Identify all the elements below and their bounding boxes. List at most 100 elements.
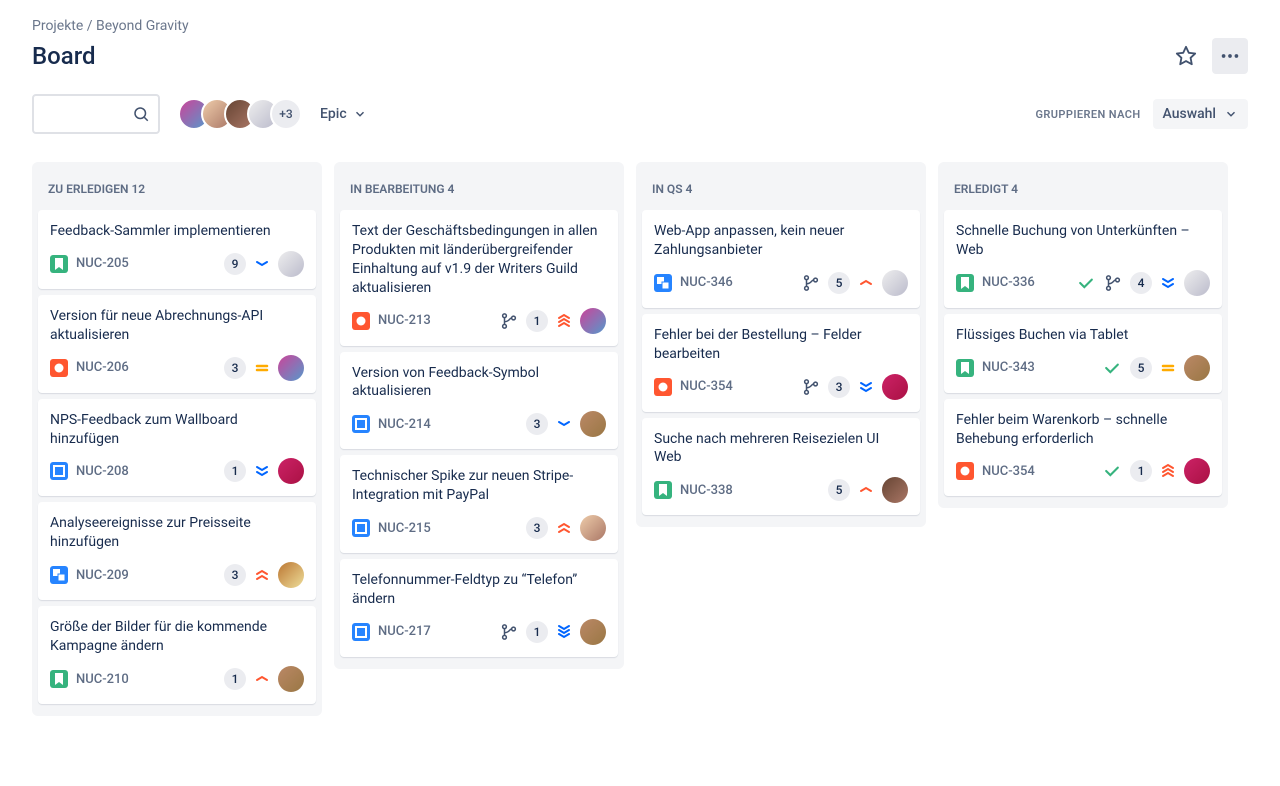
issue-card[interactable]: NPS-Feedback zum Wallboard hinzufügenNUC…: [38, 399, 316, 497]
breadcrumb-root[interactable]: Projekte: [32, 18, 83, 34]
more-icon: [1219, 45, 1241, 67]
search-input[interactable]: [32, 94, 160, 134]
issue-type-icon: [956, 462, 974, 480]
story-points-badge: 1: [224, 668, 246, 690]
card-title: Web-App anpassen, kein neuer Zahlungsanb…: [654, 222, 908, 260]
issue-card[interactable]: Version von Feedback-Symbol aktualisiere…: [340, 352, 618, 450]
issue-key: NUC-343: [982, 360, 1035, 375]
priority-icon: [556, 624, 572, 640]
card-title: Fehler bei der Bestellung – Felder bearb…: [654, 326, 908, 364]
card-title: NPS-Feedback zum Wallboard hinzufügen: [50, 411, 304, 449]
done-check-icon: [1102, 358, 1122, 378]
assignee-avatar[interactable]: [278, 666, 304, 692]
done-check-icon: [1076, 273, 1096, 293]
star-button[interactable]: [1168, 38, 1204, 74]
card-title: Telefonnummer-Feldtyp zu “Telefon” änder…: [352, 571, 606, 609]
issue-key: NUC-354: [680, 379, 733, 394]
issue-card[interactable]: Web-App anpassen, kein neuer Zahlungsanb…: [642, 210, 920, 308]
card-title: Technischer Spike zur neuen Stripe-Integ…: [352, 467, 606, 505]
branch-icon: [802, 274, 820, 292]
issue-key: NUC-213: [378, 313, 431, 328]
story-points-badge: 3: [828, 376, 850, 398]
issue-card[interactable]: Schnelle Buchung von Unterkünften – WebN…: [944, 210, 1222, 308]
epic-filter[interactable]: Epic: [320, 106, 367, 122]
branch-icon: [500, 623, 518, 641]
issue-key: NUC-205: [76, 256, 129, 271]
issue-type-icon: [654, 274, 672, 292]
issue-card[interactable]: Technischer Spike zur neuen Stripe-Integ…: [340, 455, 618, 553]
story-points-badge: 3: [224, 357, 246, 379]
board: ZU ERLEDIGEN 12Feedback-Sammler implemen…: [32, 162, 1248, 716]
issue-key: NUC-214: [378, 417, 431, 432]
branch-icon: [802, 378, 820, 396]
assignee-avatar[interactable]: [580, 308, 606, 334]
board-column: IN QS 4Web-App anpassen, kein neuer Zahl…: [636, 162, 926, 527]
assignee-avatar[interactable]: [1184, 270, 1210, 296]
priority-icon: [254, 671, 270, 687]
assignee-avatar[interactable]: [580, 515, 606, 541]
assignee-avatar[interactable]: [1184, 355, 1210, 381]
assignee-avatar[interactable]: [882, 374, 908, 400]
issue-type-icon: [654, 378, 672, 396]
assignee-avatar[interactable]: [278, 458, 304, 484]
priority-icon: [858, 275, 874, 291]
issue-card[interactable]: Flüssiges Buchen via TabletNUC-3435: [944, 314, 1222, 393]
card-title: Fehler beim Warenkorb – schnelle Behebun…: [956, 411, 1210, 449]
issue-type-icon: [352, 519, 370, 537]
priority-icon: [1160, 275, 1176, 291]
issue-type-icon: [654, 481, 672, 499]
search-icon: [132, 105, 150, 123]
story-points-badge: 5: [828, 272, 850, 294]
issue-key: NUC-209: [76, 568, 129, 583]
search-field[interactable]: [42, 105, 132, 123]
issue-card[interactable]: Fehler bei der Bestellung – Felder bearb…: [642, 314, 920, 412]
assignee-avatar[interactable]: [882, 270, 908, 296]
branch-icon: [500, 312, 518, 330]
issue-key: NUC-210: [76, 672, 129, 687]
board-column: ERLEDIGT 4Schnelle Buchung von Unterkünf…: [938, 162, 1228, 508]
priority-icon: [556, 313, 572, 329]
issue-card[interactable]: Analyseereignisse zur Preisseite hinzufü…: [38, 502, 316, 600]
assignee-avatar[interactable]: [278, 251, 304, 277]
more-actions-button[interactable]: [1212, 38, 1248, 74]
breadcrumb-project[interactable]: Beyond Gravity: [96, 18, 189, 34]
assignee-avatar[interactable]: [278, 562, 304, 588]
story-points-badge: 1: [224, 460, 246, 482]
issue-card[interactable]: Text der Geschäftsbedingungen in allen P…: [340, 210, 618, 346]
chevron-down-icon: [1224, 107, 1238, 121]
assignee-avatar[interactable]: [1184, 458, 1210, 484]
priority-icon: [1160, 360, 1176, 376]
assignee-avatar[interactable]: [882, 477, 908, 503]
issue-card[interactable]: Feedback-Sammler implementierenNUC-2059: [38, 210, 316, 289]
issue-key: NUC-206: [76, 360, 129, 375]
issue-type-icon: [50, 359, 68, 377]
done-check-icon: [1102, 461, 1122, 481]
card-title: Suche nach mehreren Reisezielen UI Web: [654, 430, 908, 468]
avatar-more[interactable]: +3: [270, 98, 302, 130]
story-points-badge: 3: [224, 564, 246, 586]
issue-card[interactable]: Suche nach mehreren Reisezielen UI WebNU…: [642, 418, 920, 516]
issue-card[interactable]: Telefonnummer-Feldtyp zu “Telefon” änder…: [340, 559, 618, 657]
page-title: Board: [32, 42, 96, 70]
story-points-badge: 1: [526, 310, 548, 332]
story-points-badge: 5: [828, 479, 850, 501]
story-points-badge: 5: [1130, 357, 1152, 379]
issue-type-icon: [352, 312, 370, 330]
issue-key: NUC-336: [982, 275, 1035, 290]
priority-icon: [556, 416, 572, 432]
priority-icon: [1160, 463, 1176, 479]
assignee-avatar[interactable]: [580, 411, 606, 437]
card-title: Größe der Bilder für die kommende Kampag…: [50, 618, 304, 656]
board-column: ZU ERLEDIGEN 12Feedback-Sammler implemen…: [32, 162, 322, 716]
issue-card[interactable]: Version für neue Abrechnungs-API aktuali…: [38, 295, 316, 393]
card-title: Version von Feedback-Symbol aktualisiere…: [352, 364, 606, 402]
issue-type-icon: [956, 274, 974, 292]
assignee-avatar[interactable]: [580, 619, 606, 645]
issue-card[interactable]: Größe der Bilder für die kommende Kampag…: [38, 606, 316, 704]
board-column: IN BEARBEITUNG 4Text der Geschäftsbeding…: [334, 162, 624, 669]
card-title: Analyseereignisse zur Preisseite hinzufü…: [50, 514, 304, 552]
assignee-avatar[interactable]: [278, 355, 304, 381]
group-by-select[interactable]: Auswahl: [1153, 99, 1248, 129]
issue-card[interactable]: Fehler beim Warenkorb – schnelle Behebun…: [944, 399, 1222, 497]
issue-type-icon: [352, 623, 370, 641]
